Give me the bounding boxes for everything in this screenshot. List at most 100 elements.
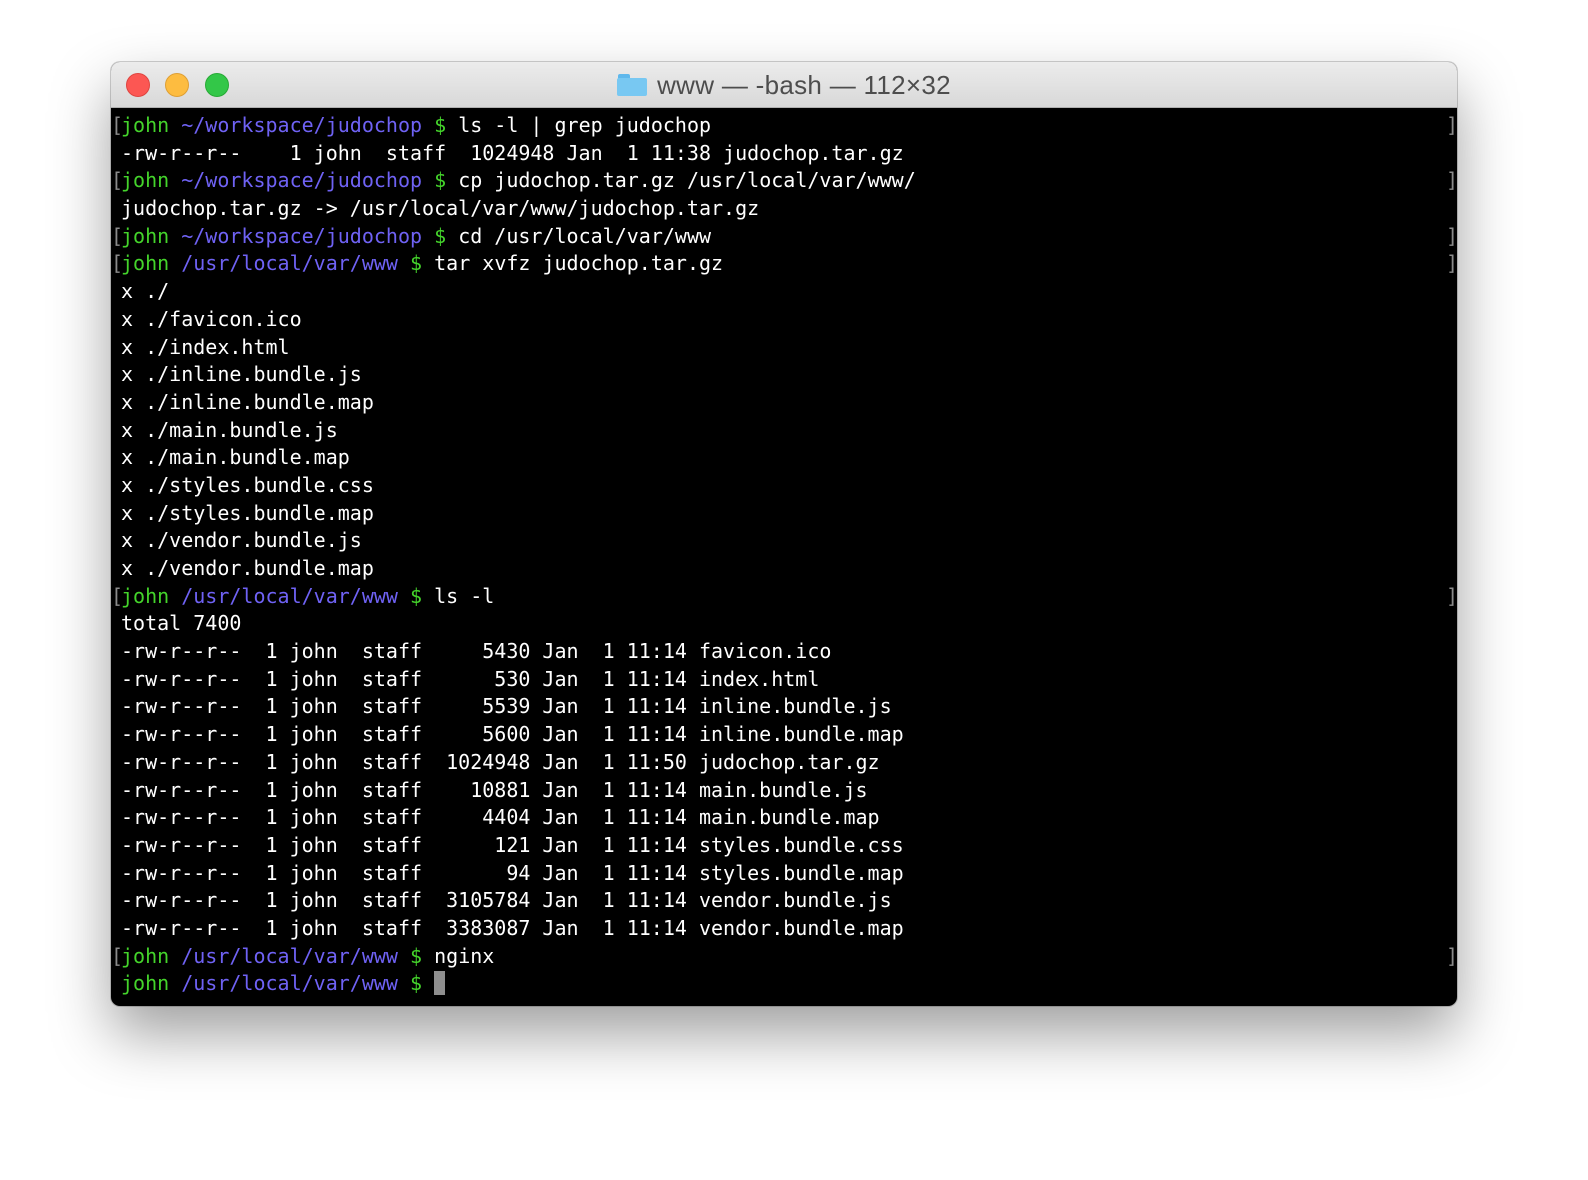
prompt-command: cp judochop.tar.gz /usr/local/var/www/ [458,168,916,193]
prompt-line: [] john ~/workspace/judochop $ ls -l | gr… [111,112,1457,140]
prompt-symbol: $ [434,113,447,137]
prompt-path: ~/workspace/judochop [181,223,423,248]
prompt-line: [] john /usr/local/var/www $ ls -l [111,583,1457,611]
output-text: x ./vendor.bundle.map [121,556,374,580]
prompt-command: tar xvfz judochop.tar.gz [434,251,724,276]
prompt-path: /usr/local/var/www [181,583,398,608]
prompt-user: john [121,943,170,968]
terminal-window: www — -bash — 112×32 [] john ~/workspace/… [111,62,1457,1006]
prompt-path: /usr/local/var/www [181,943,398,968]
output-text: judochop.tar.gz -> /usr/local/var/www/ju… [121,196,760,221]
output-line: -rw-r--r-- 1 john staff 3383087 Jan 1 11… [111,915,1457,943]
output-text: -rw-r--r-- 1 john staff 121 Jan 1 11:14 … [121,832,904,857]
output-line: -rw-r--r-- 1 john staff 530 Jan 1 11:14 … [111,666,1457,694]
mark-bracket-right: ] [1446,223,1457,248]
output-text: -rw-r--r-- 1 john staff 3383087 Jan 1 11… [121,915,904,940]
mark-bracket-right: ] [1446,168,1457,193]
mark-bracket-left: [ [111,583,124,608]
prompt-symbol: $ [410,251,423,276]
prompt-line: [] john /usr/local/var/www $ tar xvfz jud… [111,250,1457,278]
prompt-command: ls -l | grep judochop [458,113,712,137]
output-text: -rw-r--r-- 1 john staff 530 Jan 1 11:14 … [121,666,820,691]
mark-bracket-left: [ [111,223,124,248]
mark-bracket-right: ] [1446,943,1457,968]
output-line: x ./styles.bundle.map [111,500,1457,528]
output-line: -rw-r--r-- 1 john staff 121 Jan 1 11:14 … [111,832,1457,860]
output-line: x ./styles.bundle.css [111,472,1457,500]
output-line: x ./ [111,278,1457,306]
output-line: total 7400 [111,610,1457,638]
output-line: -rw-r--r-- 1 john staff 1024948 Jan 1 11… [111,140,1457,168]
output-line: -rw-r--r-- 1 john staff 4404 Jan 1 11:14… [111,804,1457,832]
prompt-path: ~/workspace/judochop [181,168,423,193]
output-text: -rw-r--r-- 1 john staff 4404 Jan 1 11:14… [121,805,880,830]
prompt-path: /usr/local/var/www [181,251,398,276]
output-line: x ./main.bundle.map [111,444,1457,472]
output-line: judochop.tar.gz -> /usr/local/var/www/ju… [111,195,1457,223]
terminal-cursor[interactable] [434,971,446,996]
active-prompt-line: john /usr/local/var/www $ [111,970,1457,998]
prompt-symbol: $ [410,971,423,996]
terminal-output[interactable]: [] john ~/workspace/judochop $ ls -l | gr… [111,112,1457,1002]
mark-bracket-left: [ [111,113,124,137]
output-line: x ./inline.bundle.js [111,361,1457,389]
output-line: -rw-r--r-- 1 john staff 3105784 Jan 1 11… [111,887,1457,915]
prompt-line: [] john ~/workspace/judochop $ cp judocho… [111,167,1457,195]
prompt-path: /usr/local/var/www [181,971,398,996]
output-line: x ./vendor.bundle.js [111,527,1457,555]
output-line: -rw-r--r-- 1 john staff 5539 Jan 1 11:14… [111,693,1457,721]
output-line: x ./index.html [111,334,1457,362]
window-title-group: www — -bash — 112×32 [111,62,1457,108]
prompt-path: ~/workspace/judochop [181,113,423,137]
output-line: x ./vendor.bundle.map [111,555,1457,583]
output-line: -rw-r--r-- 1 john staff 5430 Jan 1 11:14… [111,638,1457,666]
output-text: x ./vendor.bundle.js [121,528,362,553]
output-text: x ./main.bundle.map [121,445,350,470]
prompt-command: ls -l [434,583,495,608]
output-text: x ./index.html [121,334,290,359]
prompt-command: cd /usr/local/var/www [458,223,712,248]
output-line: x ./main.bundle.js [111,417,1457,445]
output-text: -rw-r--r-- 1 john staff 5430 Jan 1 11:14… [121,639,832,664]
output-text: -rw-r--r-- 1 john staff 3105784 Jan 1 11… [121,888,892,913]
prompt-line: [] john ~/workspace/judochop $ cd /usr/lo… [111,223,1457,251]
output-text: x ./inline.bundle.js [121,362,362,387]
output-line: -rw-r--r-- 1 john staff 94 Jan 1 11:14 s… [111,860,1457,888]
output-text: -rw-r--r-- 1 john staff 94 Jan 1 11:14 s… [121,860,904,885]
title-bar[interactable]: www — -bash — 112×32 [111,62,1457,108]
mark-bracket-right: ] [1446,583,1457,608]
prompt-user: john [121,223,170,248]
prompt-user: john [121,251,170,276]
mark-bracket-left: [ [111,943,124,968]
prompt-symbol: $ [434,168,447,193]
output-text: x ./styles.bundle.map [121,500,374,525]
output-text: -rw-r--r-- 1 john staff 1024948 Jan 1 11… [121,140,904,165]
prompt-line: [] john /usr/local/var/www $ nginx [111,943,1457,971]
output-line: x ./inline.bundle.map [111,389,1457,417]
output-text: -rw-r--r-- 1 john staff 5539 Jan 1 11:14… [121,694,892,719]
output-text: x ./main.bundle.js [121,417,338,442]
output-line: -rw-r--r-- 1 john staff 5600 Jan 1 11:14… [111,721,1457,749]
prompt-symbol: $ [434,223,447,248]
prompt-symbol: $ [410,943,423,968]
output-text: -rw-r--r-- 1 john staff 1024948 Jan 1 11… [121,749,880,774]
prompt-command: nginx [434,943,495,968]
folder-icon [617,74,648,96]
prompt-user: john [121,113,170,137]
output-text: -rw-r--r-- 1 john staff 10881 Jan 1 11:1… [121,777,868,802]
output-line: -rw-r--r-- 1 john staff 10881 Jan 1 11:1… [111,777,1457,805]
output-line: -rw-r--r-- 1 john staff 1024948 Jan 1 11… [111,749,1457,777]
prompt-symbol: $ [410,583,423,608]
output-text: x ./styles.bundle.css [121,472,374,497]
prompt-user: john [121,583,170,608]
prompt-user: john [121,971,170,996]
mark-bracket-right: ] [1446,251,1457,276]
prompt-user: john [121,168,170,193]
window-title: www — -bash — 112×32 [657,69,951,100]
output-text: total 7400 [121,611,242,636]
output-text: -rw-r--r-- 1 john staff 5600 Jan 1 11:14… [121,722,904,747]
mark-bracket-left: [ [111,168,124,193]
output-text: x ./ [121,279,170,304]
mark-bracket-left: [ [111,251,124,276]
mark-bracket-right: ] [1446,113,1457,137]
